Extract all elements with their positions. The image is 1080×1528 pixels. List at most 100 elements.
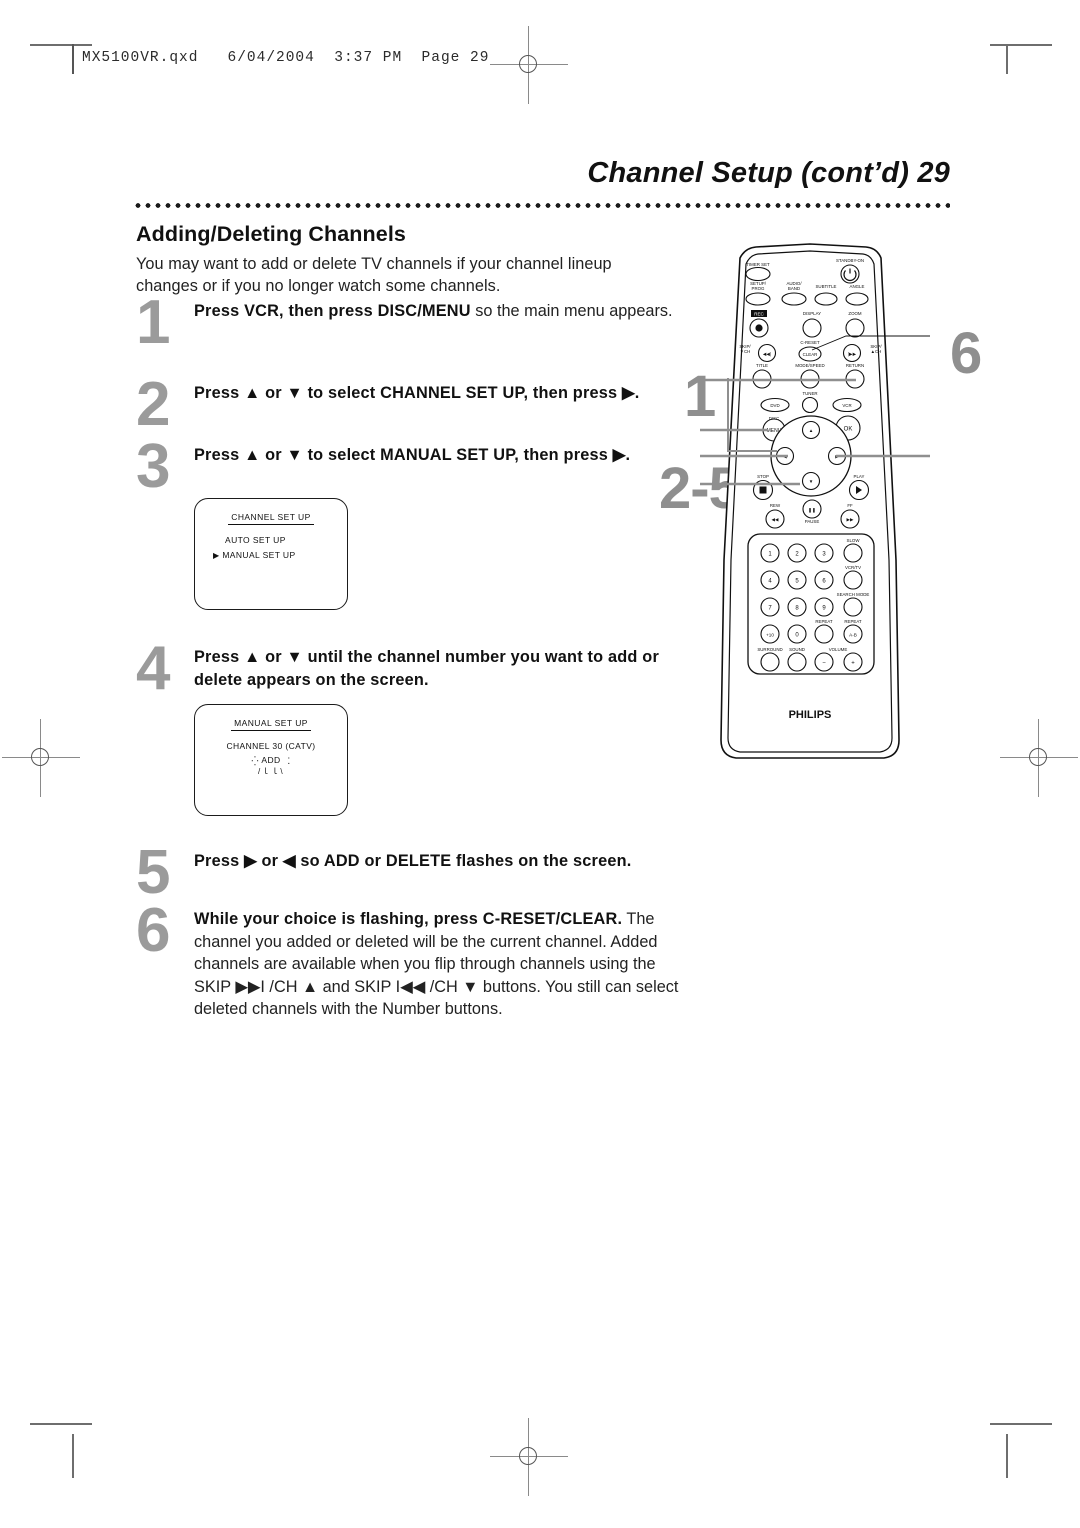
remote-label-tuner: TUNER	[802, 391, 817, 396]
remote-label-skip-up-2: ▲CH	[871, 349, 882, 354]
osd-flashing-text: ADD	[261, 755, 281, 765]
flash-rays-bottom-icon: /ｌｌ\	[257, 767, 285, 776]
svg-text:A-B: A-B	[849, 633, 857, 638]
remote-label-sound: SOUND	[789, 647, 805, 652]
registration-mark-right	[1000, 719, 1078, 797]
remote-label-timer-set: TIMER SET	[746, 262, 770, 267]
remote-button-repeat	[814, 624, 834, 644]
remote-label-display: DISPLAY	[803, 311, 821, 316]
remote-icon-skip-fwd: |▶▶	[848, 352, 857, 357]
section-heading: Adding/Deleting Channels	[136, 222, 406, 246]
step-text: Press ▶ or ◀ so ADD or DELETE flashes on…	[194, 850, 681, 873]
osd-manual-setup: MANUAL SET UP CHANNEL 30 (CATV) ⁛ ADD ⁚ …	[194, 704, 348, 816]
remote-label-vcr: VCR	[842, 403, 851, 408]
crop-mark-bottom-right-h	[990, 1423, 1052, 1425]
step-item: 6 While your choice is flashing, press C…	[136, 900, 681, 1048]
remote-icon-up-arrow: ▲	[809, 428, 814, 433]
svg-text:−: −	[822, 661, 826, 667]
section-intro-block: Adding/Deleting Channels You may want to…	[136, 222, 666, 297]
remote-button-display	[802, 318, 822, 338]
remote-label-search-mode: SEARCH MODE	[837, 592, 870, 597]
remote-label-standby-on: STANDBY-ON	[836, 258, 864, 263]
step-number: 1	[136, 288, 171, 357]
crop-mark-top-right-h	[990, 44, 1052, 46]
remote-label-surround: SURROUND	[757, 647, 782, 652]
remote-icon-ff: ▶▶	[846, 517, 854, 522]
remote-label-skip-down-2: ▼CH	[740, 349, 751, 354]
remote-button-search-mode	[843, 597, 863, 617]
osd-channel-label: CHANNEL	[226, 741, 270, 751]
osd-channel-setup: CHANNEL SET UP AUTO SET UP ▶ MANUAL SET …	[194, 498, 348, 610]
remote-label-ok: OK	[844, 427, 853, 433]
remote-button-zoom	[845, 318, 865, 338]
remote-label-vcr-tv: VCR/TV	[845, 565, 861, 570]
remote-label-title: TITLE	[756, 363, 768, 368]
remote-button-angle	[845, 292, 869, 306]
steps-list-top: 1 Press VCR, then press DISC/MENU so the…	[136, 292, 681, 504]
osd-cursor-icon: ▶	[213, 551, 220, 560]
osd-channel-number: 30	[272, 741, 283, 751]
remote-button-sound	[787, 652, 807, 672]
osd-title: CHANNEL SET UP	[195, 512, 347, 525]
crop-mark-bottom-left-h	[30, 1423, 92, 1425]
remote-icon-down-arrow: ▼	[809, 479, 814, 484]
step-number: 5	[136, 838, 171, 907]
callout-1-bracket-bottom	[727, 450, 777, 452]
flash-rays-left-icon: ⁛	[251, 756, 259, 766]
remote-label-return: RETURN	[846, 363, 864, 368]
remote-label-slow: SLOW	[847, 538, 861, 543]
osd-title: MANUAL SET UP	[195, 718, 347, 731]
step-number: 4	[136, 634, 171, 703]
step-rest-text: so the main menu appears.	[470, 302, 673, 320]
step-text: Press ▲ or ▼ to select CHANNEL SET UP, t…	[194, 382, 681, 405]
remote-button-surround	[760, 652, 780, 672]
osd-title-text: CHANNEL SET UP	[228, 512, 314, 525]
svg-text:+10: +10	[766, 633, 774, 638]
remote-label-pause: PAUSE	[805, 519, 820, 524]
osd-flashing-value: ⁛ ADD ⁚ /ｌｌ\	[251, 755, 290, 776]
crop-mark-bottom-right-v	[1006, 1434, 1008, 1478]
step-item: 1 Press VCR, then press DISC/MENU so the…	[136, 292, 681, 382]
step-bold-text: Press ▲ or ▼ until the channel number yo…	[194, 648, 659, 689]
remote-button-slow	[843, 543, 863, 563]
remote-icon-rew: ◀◀	[771, 517, 779, 522]
section-intro-text: You may want to add or delete TV channel…	[136, 255, 612, 295]
step-number: 2	[136, 370, 171, 439]
steps-list-mid: 4 Press ▲ or ▼ until the channel number …	[136, 638, 681, 702]
step-text: Press VCR, then press DISC/MENU so the m…	[194, 300, 681, 323]
crop-mark-top-left-h	[30, 44, 92, 46]
file-stamp: MX5100VR.qxd 6/04/2004 3:37 PM Page 29	[82, 50, 490, 66]
step-item: 3 Press ▲ or ▼ to select MANUAL SET UP, …	[136, 436, 681, 504]
remote-label-audio-2: BAND	[788, 286, 800, 291]
step-number: 3	[136, 432, 171, 501]
step-bold-text: Press VCR, then press DISC/MENU	[194, 302, 471, 320]
remote-label-play: PLAY	[854, 474, 865, 479]
registration-mark-bottom	[490, 1418, 568, 1496]
remote-label-angle: ANGLE	[850, 284, 865, 289]
registration-mark-left	[2, 719, 80, 797]
step-bold-text: Press ▲ or ▼ to select CHANNEL SET UP, t…	[194, 384, 640, 402]
remote-label-mode-speed: MODE/SPEED	[795, 363, 824, 368]
step-item: 4 Press ▲ or ▼ until the channel number …	[136, 638, 681, 702]
remote-label-volume: VOLUME	[829, 647, 848, 652]
callout-6: 6	[950, 321, 982, 386]
osd-item-auto-setup: AUTO SET UP	[225, 535, 286, 545]
step-bold-text: While your choice is flashing, press C-R…	[194, 910, 623, 928]
remote-button-tuner	[801, 396, 819, 414]
remote-brand-logo: PHILIPS	[789, 709, 832, 721]
osd-channel-band: (CATV)	[285, 741, 316, 751]
header-dotted-rule	[133, 203, 950, 208]
step-bold-text: Press ▶ or ◀ so ADD or DELETE flashes on…	[194, 852, 632, 870]
remote-label-ff: FF	[847, 503, 853, 508]
remote-button-vcr-tv	[843, 570, 863, 590]
steps-list-bottom: 5 Press ▶ or ◀ so ADD or DELETE flashes …	[136, 842, 681, 1048]
crop-mark-bottom-left-v	[72, 1434, 74, 1478]
step-item: 2 Press ▲ or ▼ to select CHANNEL SET UP,…	[136, 374, 681, 444]
file-stamp-rule	[72, 44, 74, 74]
osd-flashing-value-wrap: ⁛ ADD ⁚ /ｌｌ\	[195, 755, 347, 776]
step-number: 6	[136, 896, 171, 965]
remote-icon-skip-back: ◀◀|	[763, 352, 771, 357]
svg-text:+: +	[851, 661, 855, 667]
step-item: 5 Press ▶ or ◀ so ADD or DELETE flashes …	[136, 842, 681, 908]
remote-label-repeat: REPEAT	[815, 619, 833, 624]
